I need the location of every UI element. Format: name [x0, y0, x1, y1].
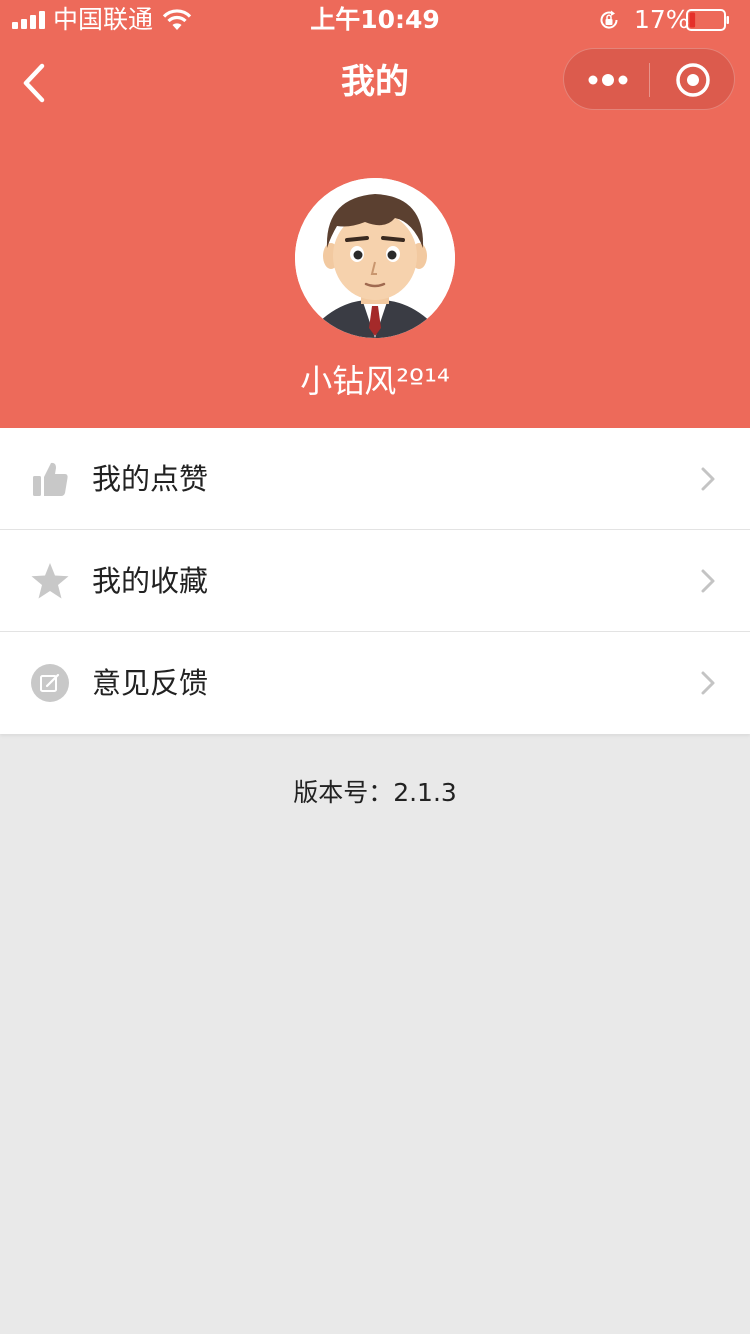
rotation-lock-icon: [600, 10, 618, 29]
battery-percent: 17%: [634, 5, 690, 34]
version-label: 版本号：2.1.3: [293, 778, 457, 807]
target-close-icon[interactable]: [674, 61, 712, 99]
menu-item-my-favorites[interactable]: 我的收藏: [0, 530, 750, 632]
capsule-divider: [649, 63, 650, 97]
menu-item-label: 我的点赞: [92, 462, 209, 496]
avatar[interactable]: [295, 178, 455, 338]
chevron-right-icon: [701, 569, 715, 593]
avatar-image: [295, 178, 455, 338]
star-icon: [31, 563, 69, 599]
menu-item-label: 意见反馈: [92, 666, 209, 700]
thumbs-up-icon: [33, 462, 68, 496]
profile-header: 中国联通 上午10:49 17% 我的 小钻风²º¹⁴: [0, 0, 750, 428]
edit-feedback-icon: [31, 664, 69, 702]
chevron-right-icon: [701, 671, 715, 695]
battery-icon: [686, 9, 729, 31]
menu-item-my-likes[interactable]: 我的点赞: [0, 428, 750, 530]
username: 小钻风²º¹⁴: [300, 362, 450, 400]
more-dots-icon[interactable]: [584, 66, 632, 94]
menu-item-label: 我的收藏: [92, 564, 209, 598]
menu-item-feedback[interactable]: 意见反馈: [0, 632, 750, 734]
menu-list: 我的点赞 我的收藏 意见反馈: [0, 428, 750, 734]
status-bar: 中国联通 上午10:49 17%: [0, 0, 750, 40]
chevron-right-icon: [701, 467, 715, 491]
miniprogram-capsule: [563, 48, 735, 110]
